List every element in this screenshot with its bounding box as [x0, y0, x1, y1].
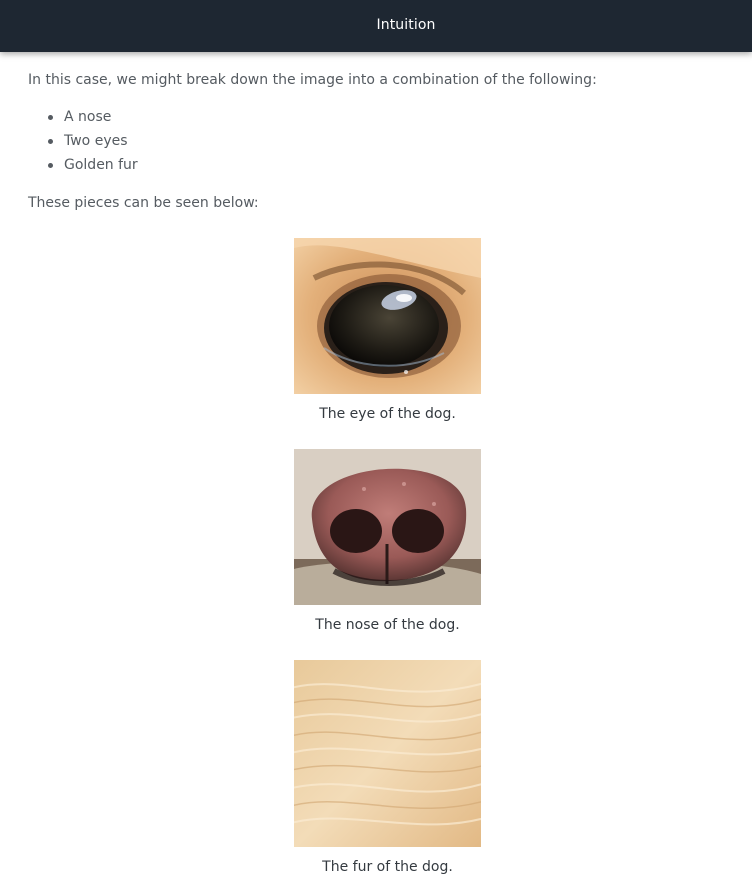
intro-paragraph: In this case, we might break down the im…: [28, 72, 597, 88]
list-item: Two eyes: [48, 132, 138, 156]
pieces-list: A nose Two eyes Golden fur: [28, 108, 138, 180]
figure-caption: The nose of the dog.: [315, 617, 460, 633]
list-item: Golden fur: [48, 156, 138, 180]
list-item: A nose: [48, 108, 138, 132]
dog-eye-figure: [294, 238, 481, 394]
dog-nose-figure: [294, 449, 481, 605]
pieces-intro-paragraph: These pieces can be seen below:: [28, 195, 259, 211]
dog-eye-image: [294, 238, 481, 394]
page-title: Intuition: [376, 17, 436, 33]
figure-caption: The eye of the dog.: [319, 406, 456, 422]
dog-fur-image: [294, 660, 481, 847]
figure-caption: The fur of the dog.: [322, 859, 453, 875]
dog-fur-figure: [294, 660, 481, 847]
dog-nose-image: [294, 449, 481, 605]
top-bar: Intuition: [0, 0, 752, 52]
